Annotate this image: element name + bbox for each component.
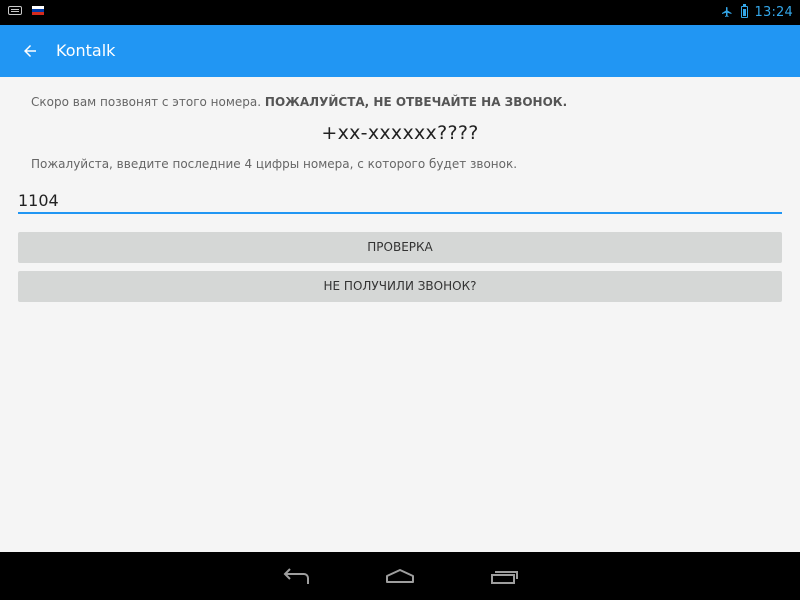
verify-button[interactable]: ПРОВЕРКА xyxy=(18,232,782,263)
call-warning: ПОЖАЛУЙСТА, НЕ ОТВЕЧАЙТЕ НА ЗВОНОК. xyxy=(264,95,568,109)
nav-back-button[interactable] xyxy=(278,564,314,588)
instructions-text: Пожалуйста, введите последние 4 цифры но… xyxy=(31,157,518,171)
recent-apps-icon xyxy=(491,571,518,584)
code-input[interactable] xyxy=(18,189,782,214)
call-info-message: Скоро вам позвонят с этого номера. xyxy=(31,95,262,109)
status-bar: 13:24 xyxy=(0,0,800,25)
app-bar: Kontalk xyxy=(0,25,800,77)
caller-phone-number: +xx-xxxxxx???? xyxy=(321,122,479,144)
app-title: Kontalk xyxy=(56,41,116,60)
screen: 13:24 Kontalk Скоро вам позвонят с этого… xyxy=(0,0,800,600)
keyboard-icon xyxy=(8,6,22,15)
verification-screen: Скоро вам позвонят с этого номера. ПОЖАЛ… xyxy=(0,77,800,552)
airplane-mode-icon xyxy=(721,7,732,17)
nav-recent-apps-button[interactable] xyxy=(486,564,522,588)
back-icon xyxy=(283,568,309,584)
russian-flag-icon xyxy=(32,6,44,15)
no-call-received-button[interactable]: НЕ ПОЛУЧИЛИ ЗВОНОК? xyxy=(18,271,782,302)
status-clock: 13:24 xyxy=(754,4,793,20)
call-info-text: Скоро вам позвонят с этого номера. ПОЖАЛ… xyxy=(31,95,567,109)
home-icon xyxy=(386,569,414,583)
battery-icon xyxy=(740,4,748,18)
arrow-left-icon xyxy=(24,45,36,57)
navigation-bar xyxy=(0,552,800,600)
nav-home-button[interactable] xyxy=(382,564,418,588)
status-indicators: 13:24 xyxy=(721,1,793,23)
status-notifications xyxy=(8,4,44,15)
back-button[interactable] xyxy=(17,38,43,64)
